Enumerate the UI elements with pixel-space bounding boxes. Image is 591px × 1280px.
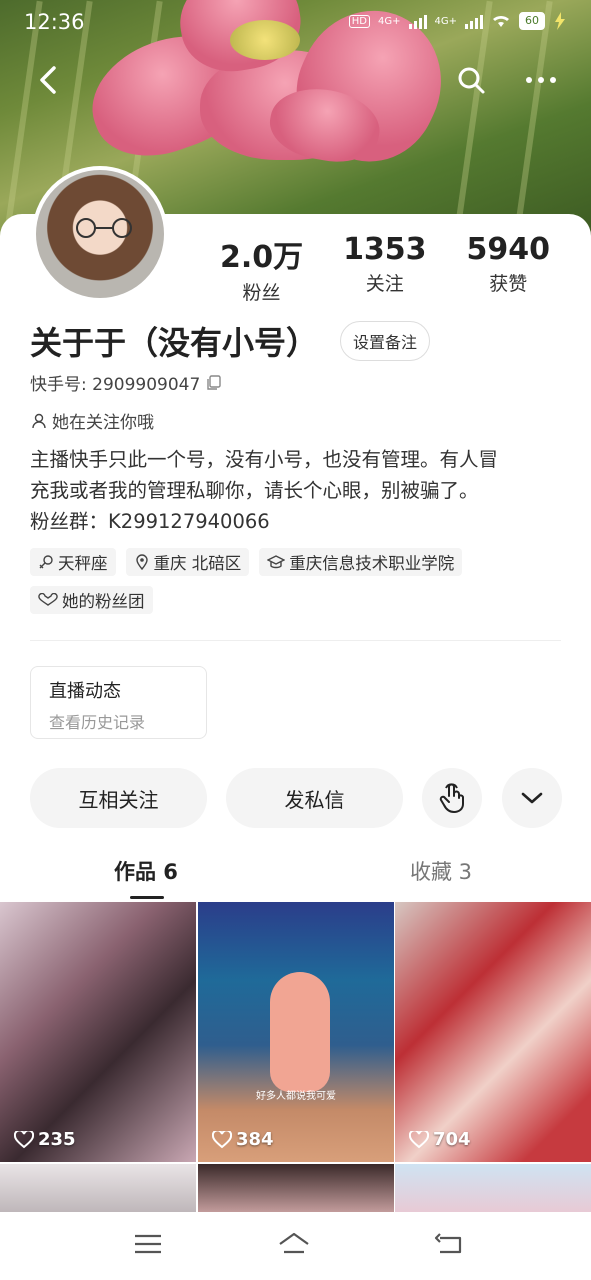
signal-icon-2: [465, 13, 483, 29]
stat-value: 5940: [466, 232, 551, 267]
profile-stats: 2.0万 粉丝 1353 关注 5940 获赞: [200, 232, 570, 305]
like-count: 384: [212, 1129, 274, 1150]
tag-school[interactable]: 重庆信息技术职业学院: [259, 548, 463, 576]
location-icon: [135, 554, 148, 570]
work-thumbnail[interactable]: [395, 1164, 591, 1214]
system-nav-bar: [0, 1212, 591, 1280]
stat-label: 粉丝: [242, 282, 281, 304]
divider: [30, 640, 561, 641]
tap-hand-icon: [439, 783, 464, 813]
zodiac-icon: [39, 555, 53, 569]
chevron-down-icon: [521, 792, 543, 804]
like-count-text: 384: [236, 1129, 274, 1150]
search-icon[interactable]: [455, 64, 487, 96]
menu-icon[interactable]: [130, 1228, 166, 1260]
expand-button[interactable]: [502, 768, 562, 828]
work-thumbnail[interactable]: [0, 1164, 196, 1214]
name-row: 关于于（没有小号） 设置备注: [30, 318, 431, 364]
stat-value: 2.0万: [219, 240, 304, 275]
fan-club-icon: [38, 593, 58, 606]
bio-line: 主播快手只此一个号，没有小号，也没有管理。有人冒: [30, 448, 499, 471]
like-count-text: 235: [38, 1129, 76, 1150]
cartoon-figure: [270, 972, 330, 1092]
like-count-text: 704: [433, 1129, 471, 1150]
bio: 主播快手只此一个号，没有小号，也没有管理。有人冒 充我或者我的管理私聊你，请长个…: [30, 444, 560, 537]
work-thumbnail[interactable]: 704: [395, 902, 591, 1162]
tab-works[interactable]: 作品 6: [114, 856, 178, 886]
tag-text: 她的粉丝团: [62, 592, 145, 611]
heart-icon: [212, 1130, 232, 1148]
copy-icon[interactable]: [206, 374, 222, 391]
wifi-icon: [493, 15, 509, 27]
heart-icon: [14, 1130, 34, 1148]
stat-followers[interactable]: 2.0万 粉丝: [220, 232, 303, 305]
more-options-icon[interactable]: [521, 64, 561, 96]
school-icon: [267, 555, 286, 569]
network-label-1: 4G+: [378, 15, 401, 27]
action-buttons: 互相关注 发私信: [30, 768, 562, 828]
bio-line: 粉丝群：K299127940066: [30, 510, 270, 533]
follows-you-text: 她在关注你哦: [52, 413, 154, 433]
live-subtitle: 查看历史记录: [49, 713, 146, 732]
back-nav-icon[interactable]: [432, 1228, 468, 1260]
signal-icon: [408, 13, 427, 29]
profile-page: 12:36 HD 4G+ 4G+ 60 2.0万 粉丝 1353 关注 5940…: [0, 0, 591, 1280]
active-tab-indicator: [130, 896, 164, 899]
heart-icon: [409, 1130, 429, 1148]
avatar[interactable]: [32, 166, 168, 302]
follows-you-indicator: 她在关注你哦: [30, 408, 154, 433]
poke-button[interactable]: [422, 768, 482, 828]
work-thumbnail[interactable]: 好多人都说我可爱 384: [198, 902, 394, 1162]
like-count: 235: [14, 1129, 76, 1150]
stat-likes[interactable]: 5940 获赞: [467, 232, 551, 305]
top-navigation: [0, 58, 591, 104]
tag-fan-club[interactable]: 她的粉丝团: [30, 586, 153, 614]
tag-zodiac[interactable]: 天秤座: [30, 548, 116, 576]
glasses-icon: [76, 218, 132, 238]
mutual-follow-button[interactable]: 互相关注: [30, 768, 207, 828]
work-thumbnail[interactable]: 235: [0, 902, 196, 1162]
tag-location[interactable]: 重庆 北碚区: [125, 548, 250, 576]
stat-value: 1353: [343, 232, 427, 267]
profile-tags: 天秤座 重庆 北碚区 重庆信息技术职业学院 她的粉丝团: [30, 548, 560, 614]
stat-label: 获赞: [489, 273, 528, 295]
tag-text: 重庆信息技术职业学院: [289, 554, 455, 573]
status-bar: 12:36 HD 4G+ 4G+ 60: [0, 0, 591, 46]
work-thumbnail[interactable]: [198, 1164, 394, 1214]
user-icon: [32, 413, 46, 428]
battery-icon: 60: [519, 12, 545, 30]
works-grid: 235 好多人都说我可爱 384 704: [0, 902, 591, 1214]
tag-text: 天秤座: [58, 554, 108, 573]
bio-line: 充我或者我的管理私聊你，请长个心眼，别被骗了。: [30, 479, 479, 502]
tag-text: 重庆 北碚区: [153, 554, 242, 573]
live-title: 直播动态: [49, 681, 121, 702]
like-count: 704: [409, 1129, 471, 1150]
network-label-2: 4G+: [434, 15, 458, 27]
stat-label: 关注: [365, 273, 404, 295]
send-message-button[interactable]: 发私信: [226, 768, 403, 828]
live-history-card[interactable]: 直播动态 查看历史记录: [30, 666, 207, 739]
content-tabs: 作品 6 收藏 3: [0, 850, 591, 900]
back-arrow-icon[interactable]: [34, 64, 66, 96]
username: 关于于（没有小号）: [30, 324, 319, 362]
video-caption: 好多人都说我可爱: [256, 1091, 336, 1102]
set-remark-button[interactable]: 设置备注: [340, 321, 431, 361]
kuaishou-id: 快手号: 2909909047: [30, 370, 222, 395]
stat-following[interactable]: 1353 关注: [343, 232, 427, 305]
hd-icon: HD: [348, 14, 370, 28]
kuaishou-id-text: 快手号: 2909909047: [30, 375, 201, 395]
charging-icon: [555, 12, 565, 30]
status-time: 12:36: [24, 10, 85, 34]
tab-favorites[interactable]: 收藏 3: [410, 856, 472, 886]
home-icon[interactable]: [276, 1228, 312, 1260]
